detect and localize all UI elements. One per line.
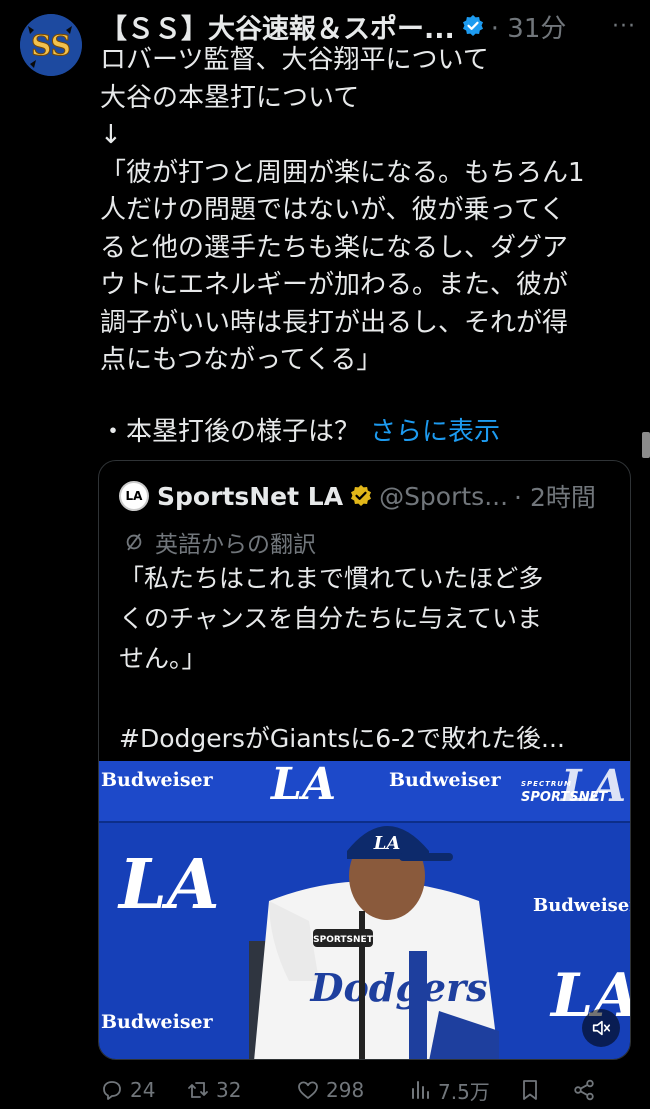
- reply-button[interactable]: 24: [100, 1078, 186, 1102]
- tweet-actions: 24 32 298 7.5万: [100, 1070, 625, 1109]
- team-logo: LA: [561, 761, 627, 812]
- tweet-line: 「彼が打つと周囲が楽になる。もちろん1: [100, 157, 585, 188]
- quote-line: せん。」: [119, 644, 207, 673]
- quote-time: · 2時間: [514, 483, 596, 512]
- more-options-icon[interactable]: ···: [612, 14, 636, 39]
- retweet-button[interactable]: 32: [186, 1078, 296, 1102]
- retweet-count: 32: [216, 1078, 242, 1102]
- tweet-line: ロバーツ監督、大谷翔平について: [100, 45, 489, 75]
- retweet-icon: [188, 1082, 208, 1098]
- translation-text: 英語からの翻訳: [155, 532, 316, 558]
- heart-icon: [298, 1081, 318, 1099]
- quote-author-name: SportsNet LA: [157, 481, 344, 511]
- bookmark-icon: [523, 1080, 537, 1100]
- quote-line: [119, 679, 619, 719]
- tweet-extra-row: ・本塁打後の様子は？ さらに表示: [100, 414, 500, 451]
- tweet-extra-line: ・本塁打後の様子は？: [100, 417, 361, 447]
- svg-text:SPORTSNET: SPORTSNET: [313, 935, 374, 945]
- reply-icon: [103, 1081, 121, 1100]
- reply-count: 24: [130, 1078, 156, 1102]
- speaker-muted-icon: [592, 1020, 611, 1036]
- quote-line: くのチャンスを自分たちに与えていま: [119, 604, 543, 633]
- tweet-time[interactable]: · 31分: [491, 8, 567, 45]
- tweet-line: ↓: [100, 120, 122, 150]
- tweet-header: 【ＳＳ】大谷速報＆スポー... · 31分: [100, 7, 640, 46]
- author-avatar[interactable]: SS: [20, 14, 82, 76]
- like-count: 298: [326, 1078, 365, 1102]
- like-button[interactable]: 298: [296, 1078, 408, 1102]
- quote-header: LA SportsNet LA @Sports... · 2時間: [119, 479, 596, 513]
- tweet-text: ロバーツ監督、大谷翔平について 大谷の本塁打について ↓ 「彼が打つと周囲が楽に…: [100, 42, 630, 380]
- tweet-line: 大谷の本塁打について: [100, 82, 360, 113]
- share-icon: [574, 1079, 594, 1101]
- jersey-text: Dodgers: [309, 965, 487, 1010]
- view-count: 7.5万: [438, 1079, 490, 1104]
- quote-line: #DodgersがGiantsに6-2で敗れた後...: [119, 724, 565, 753]
- quote-avatar: LA: [119, 481, 149, 511]
- quote-text: 「私たちはこれまで慣れていたほど多 くのチャンスを自分たちに与えていま せん。」…: [119, 559, 619, 759]
- gold-verified-badge-icon: [351, 485, 372, 506]
- team-logo: LA: [119, 845, 220, 925]
- tweet-line: ウトにエネルギーが加わる。また、彼が: [100, 270, 569, 300]
- quote-handle: @Sports...: [379, 481, 509, 511]
- author-name[interactable]: 【ＳＳ】大谷速報＆スポー...: [100, 7, 455, 46]
- translate-icon: [126, 533, 142, 551]
- ss-logo-icon: SS: [20, 14, 82, 76]
- manager-figure: LA Dodgers SPORTSNET: [249, 826, 499, 1059]
- views-button[interactable]: 7.5万: [408, 1076, 518, 1105]
- quote-line: 「私たちはこれまで慣れていたほど多: [119, 564, 544, 593]
- tweet-line: 点にもつながってくる」: [100, 345, 383, 375]
- sponsor-logo: Budweiser: [101, 1011, 213, 1033]
- video-player[interactable]: Budweiser LA Budweiser SPECTRUM SPORTSNE…: [99, 761, 631, 1059]
- verified-badge-icon: [462, 15, 483, 36]
- tweet-line: ると他の選手たちも楽になるし、ダグア: [100, 232, 569, 263]
- analytics-icon: [412, 1081, 429, 1099]
- tweet-line: 調子がいい時は長打が出るし、それが得: [100, 307, 569, 338]
- tweet-line: 人だけの問題ではないが、彼が乗ってく: [100, 195, 566, 225]
- translation-label: 英語からの翻訳: [123, 525, 316, 559]
- show-more-link[interactable]: さらに表示: [370, 417, 500, 447]
- quoted-tweet[interactable]: LA SportsNet LA @Sports... · 2時間 英語からの翻訳…: [98, 460, 631, 1060]
- svg-text:SS: SS: [31, 29, 71, 62]
- svg-text:LA: LA: [373, 833, 401, 854]
- share-button[interactable]: [572, 1078, 612, 1102]
- scrollbar-thumb[interactable]: [642, 432, 650, 458]
- mute-button[interactable]: [582, 1009, 620, 1047]
- bookmark-button[interactable]: [518, 1078, 572, 1102]
- sponsor-logo: Budweiser: [101, 769, 213, 791]
- sponsor-logo: Budweiser: [533, 895, 631, 916]
